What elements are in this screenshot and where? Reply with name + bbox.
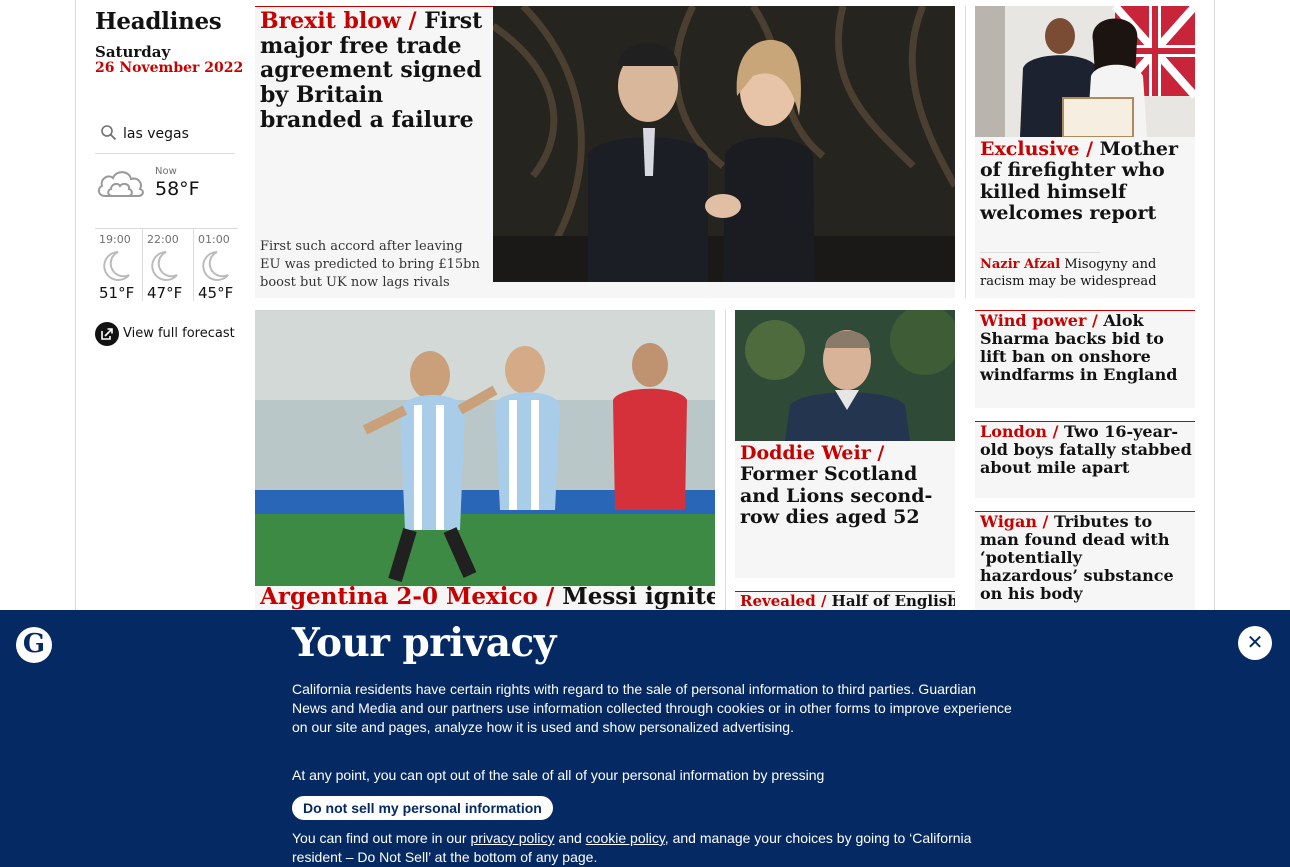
do-not-sell-button[interactable]: Do not sell my personal information [292, 796, 553, 820]
main-story-headline[interactable]: Brexit blow / First major free trade agr… [260, 9, 488, 132]
revealed-story-headline[interactable]: Revealed / Half of English [740, 592, 955, 610]
london-story-kicker: London / [980, 422, 1065, 441]
headlines-date: 26 November 2022 [95, 60, 244, 76]
cookie-policy-link[interactable]: cookie policy [586, 830, 665, 846]
moon-icon [151, 251, 178, 281]
weather-location-input[interactable]: las vegas [123, 126, 189, 142]
privacy-banner: G Your privacy ✕ California residents ha… [0, 610, 1290, 867]
close-icon: ✕ [1246, 630, 1264, 654]
cloud-icon [97, 171, 144, 197]
privacy-paragraph-1: California residents have certain rights… [292, 681, 1012, 735]
exclusive-story-card[interactable]: Exclusive / Mother of firefighter who ki… [975, 6, 1195, 298]
privacy-text-a: You can find out more in our [292, 830, 471, 846]
card-rule [255, 6, 493, 7]
privacy-title: Your privacy [292, 620, 556, 666]
london-story-headline[interactable]: London / Two 16-year-old boys fatally st… [980, 423, 1192, 477]
doddie-story-headline[interactable]: Doddie Weir / Former Scotland and Lions … [740, 442, 950, 528]
messi-story-title: Messi ignites [562, 583, 715, 610]
sublink-divider [980, 252, 1100, 253]
revealed-story-title: Half of English [831, 592, 955, 610]
doddie-story-photo[interactable] [735, 310, 955, 441]
view-full-forecast-label: View full forecast [123, 326, 235, 341]
forecast-temp: 47°F [147, 284, 183, 302]
forecast-time: 01:00 [198, 233, 230, 246]
main-story-photo[interactable] [493, 6, 955, 282]
messi-story-headline[interactable]: Argentina 2-0 Mexico / Messi ignites [260, 583, 715, 610]
forecast-time: 19:00 [99, 233, 131, 246]
doddie-story-card[interactable]: Doddie Weir / Former Scotland and Lions … [735, 310, 955, 578]
weather-now-label: Now [155, 166, 177, 177]
wigan-story-card[interactable]: Wigan / Tributes to man found dead with … [975, 511, 1195, 621]
wigan-story-headline[interactable]: Wigan / Tributes to man found dead with … [980, 513, 1185, 603]
exclusive-story-headline[interactable]: Exclusive / Mother of firefighter who ki… [980, 138, 1188, 224]
doddie-story-kicker: Doddie Weir / [740, 442, 885, 464]
moon-icon [103, 251, 130, 281]
moon-icon [202, 251, 229, 281]
privacy-paragraph-3: You can find out more in our privacy pol… [292, 829, 972, 867]
search-icon [101, 125, 117, 141]
forecast-slot: 01:00 45°F [193, 229, 240, 302]
privacy-paragraph-2: At any point, you can opt out of the sal… [292, 767, 825, 783]
main-story-kicker: Brexit blow / [260, 8, 425, 34]
exclusive-story-photo[interactable] [975, 6, 1195, 137]
exclusive-sublink[interactable]: Nazir Afzal Misogyny and racism may be w… [980, 256, 1180, 290]
exclusive-story-kicker: Exclusive / [980, 138, 1100, 160]
forecast-temp: 51°F [99, 284, 135, 302]
forecast-time: 22:00 [147, 233, 179, 246]
messi-story-card[interactable]: Argentina 2-0 Mexico / Messi ignites [255, 310, 715, 630]
headlines-day: Saturday [95, 43, 171, 61]
close-button[interactable]: ✕ [1238, 626, 1272, 660]
headlines-title: Headlines [95, 8, 222, 35]
main-story-standfirst: First such accord after leaving EU was p… [260, 239, 480, 290]
weather-location-search[interactable]: las vegas [95, 118, 235, 154]
exclusive-sublink-kicker: Nazir Afzal [980, 257, 1061, 272]
london-story-card[interactable]: London / Two 16-year-old boys fatally st… [975, 421, 1195, 498]
messi-story-kicker: Argentina 2-0 Mexico / [260, 583, 563, 610]
wigan-story-kicker: Wigan / [980, 512, 1054, 531]
forecast-slot: 22:00 47°F [142, 229, 189, 302]
messi-story-photo[interactable] [255, 310, 715, 586]
column-divider [965, 6, 966, 298]
privacy-policy-link[interactable]: privacy policy [471, 830, 555, 846]
guardian-logo-glyph: G [22, 629, 46, 659]
main-story-card[interactable]: Brexit blow / First major free trade agr… [255, 6, 955, 298]
revealed-story-kicker: Revealed / [740, 592, 832, 610]
wind-story-headline[interactable]: Wind power / Alok Sharma backs bid to li… [980, 312, 1192, 384]
weather-now-temp: 58°F [155, 178, 200, 200]
wind-story-kicker: Wind power / [980, 311, 1104, 330]
privacy-text-b: and [554, 830, 586, 846]
column-divider [725, 310, 726, 610]
forecast-slot: 19:00 51°F [95, 229, 142, 302]
forecast-temp: 45°F [198, 284, 234, 302]
guardian-logo: G [16, 627, 52, 663]
wind-story-card[interactable]: Wind power / Alok Sharma backs bid to li… [975, 310, 1195, 408]
external-link-icon [95, 322, 119, 346]
doddie-story-title: Former Scotland and Lions second-row die… [740, 463, 933, 528]
